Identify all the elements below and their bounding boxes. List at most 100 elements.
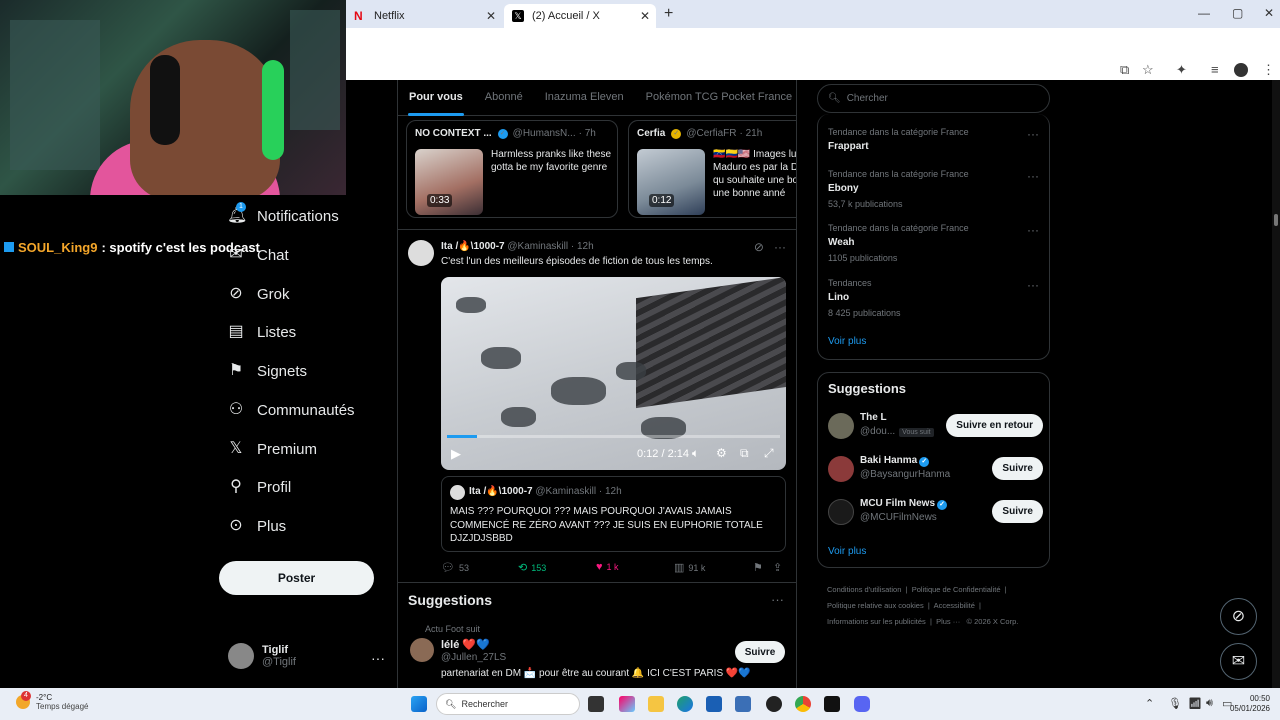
more-dots-icon[interactable]: ··· xyxy=(1027,223,1039,237)
restore-icon[interactable]: ▢ xyxy=(1232,6,1243,20)
bookmark-icon[interactable]: ⚑ xyxy=(753,561,767,574)
messages-fab[interactable]: ✉ xyxy=(1220,643,1257,680)
follow-button[interactable]: Suivre xyxy=(735,641,785,663)
avatar[interactable] xyxy=(828,499,854,525)
video-progress-bar[interactable] xyxy=(447,435,780,438)
trends-see-more-link[interactable]: Voir plus xyxy=(828,336,866,347)
new-tab-icon[interactable]: + xyxy=(664,5,673,23)
footer-link[interactable]: Politique relative aux cookies xyxy=(827,601,924,610)
trend-item[interactable]: Tendance dans la catégorie France Weah 1… xyxy=(828,223,1043,263)
follow-back-button[interactable]: Suivre en retour xyxy=(946,414,1043,437)
tab-x-home[interactable]: 𝕏 (2) Accueil / X ✕ xyxy=(504,4,656,28)
tab-for-you[interactable]: Pour vous xyxy=(398,80,474,116)
footer-link[interactable]: Accessibilité xyxy=(934,601,975,610)
scrollbar-thumb[interactable] xyxy=(1274,214,1278,226)
nav-notifications[interactable]: 🔔︎ 1 Notifications xyxy=(227,202,339,225)
play-icon[interactable]: ▶ xyxy=(451,446,461,462)
window-close-icon[interactable]: ✕ xyxy=(1264,6,1274,20)
avatar[interactable] xyxy=(828,456,854,482)
footer-link[interactable]: Politique de Confidentialité xyxy=(912,585,1001,594)
nav-grok[interactable]: ⊘ Grok xyxy=(227,285,289,303)
user-name-row[interactable]: Baki Hanma ✓ xyxy=(860,455,931,467)
cast-icon[interactable]: ⧉ xyxy=(1120,62,1129,78)
file-explorer-icon[interactable] xyxy=(648,696,664,712)
more-dots-icon[interactable]: ··· xyxy=(1027,127,1039,141)
user-name-row[interactable]: MCU Film News ✓ xyxy=(860,498,949,510)
avatar[interactable] xyxy=(828,413,854,439)
video-player[interactable]: ▶ 0:12 / 2:14 🔈︎ ⚙ ⧉ ⤢ xyxy=(441,277,786,470)
extensions-icon[interactable]: ✦ xyxy=(1176,62,1187,78)
post-button[interactable]: Poster xyxy=(219,561,374,595)
more-dots-icon[interactable]: ··· xyxy=(771,592,784,607)
app-icon[interactable] xyxy=(735,696,751,712)
avatar[interactable] xyxy=(408,240,434,266)
avatar[interactable] xyxy=(410,638,434,662)
like-button[interactable]: ♥ 1 k xyxy=(596,561,619,573)
minimize-icon[interactable]: — xyxy=(1198,6,1210,20)
copilot-icon[interactable] xyxy=(619,696,635,712)
grok-fab[interactable]: ⊘ xyxy=(1220,598,1257,635)
store-icon[interactable] xyxy=(706,696,722,712)
nav-lists[interactable]: ▤ Listes xyxy=(227,323,296,341)
follow-suggestion[interactable]: Baki Hanma ✓ @BaysangurHanma Suivre xyxy=(828,454,1043,484)
taskbar-search[interactable]: 🔍︎ Rechercher xyxy=(436,693,580,715)
repost-button[interactable]: ⟲ 153 xyxy=(518,561,546,574)
trend-item[interactable]: Tendance dans la catégorie France Ebony … xyxy=(828,169,1043,209)
nav-communities[interactable]: ⚇ Communautés xyxy=(227,401,355,419)
follow-suggestion[interactable]: MCU Film News ✓ @MCUFilmNews Suivre xyxy=(828,497,1043,527)
nav-profile[interactable]: ⚲ Profil xyxy=(227,478,291,496)
share-icon[interactable]: ⇪ xyxy=(773,561,786,574)
nav-premium[interactable]: 𝕏 Premium xyxy=(227,440,317,458)
nav-chat[interactable]: ✉ Chat xyxy=(227,246,288,264)
reading-list-icon[interactable]: ≡ xyxy=(1211,62,1219,77)
follow-button[interactable]: Suivre xyxy=(992,500,1043,523)
video-card[interactable]: Cerfia ✓ @CerfiaFR · 21h 0:12 🇻🇪🇨🇴🇺🇸 Ima… xyxy=(628,120,796,218)
obs-icon[interactable] xyxy=(766,696,782,712)
windows-start-icon[interactable] xyxy=(411,696,427,712)
weather-widget[interactable]: 4 -2°C Temps dégagé xyxy=(16,691,88,711)
volume-icon[interactable]: 🔈︎ xyxy=(692,446,699,461)
follow-button[interactable]: Suivre xyxy=(992,457,1043,480)
follow-suggestion[interactable]: The L @dou... Vous suit Suivre en retour xyxy=(828,411,1043,441)
clock[interactable]: 00:50 05/01/2026 xyxy=(1230,694,1270,714)
who-to-follow-see-more-link[interactable]: Voir plus xyxy=(828,546,866,557)
trend-item[interactable]: Tendance dans la catégorie France Frappa… xyxy=(828,127,1043,152)
quoted-tweet[interactable]: Ita /🔥\1000-7 @Kaminaskill · 12h MAIS ??… xyxy=(441,476,786,552)
close-icon[interactable]: ✕ xyxy=(640,9,650,23)
pip-icon[interactable]: ⧉ xyxy=(740,446,749,461)
tiktok-icon[interactable] xyxy=(824,696,840,712)
tweet-time[interactable]: · 12h xyxy=(571,241,594,252)
suggested-user-name[interactable]: lélé ❤️💙 xyxy=(441,638,490,651)
microphone-icon[interactable]: 🎙︎ xyxy=(1168,697,1182,710)
tweet[interactable]: Ita /🔥\1000-7 @Kaminaskill · 12h ⊘ ··· C… xyxy=(398,229,796,583)
user-name[interactable]: The L xyxy=(860,412,887,423)
chrome-icon[interactable] xyxy=(795,696,811,712)
tweet-author-handle[interactable]: @Kaminaskill xyxy=(507,241,568,252)
tweet-author-name[interactable]: Ita /🔥\1000-7 xyxy=(441,241,505,252)
star-icon[interactable]: ☆ xyxy=(1142,62,1154,78)
grok-icon[interactable]: ⊘ xyxy=(754,240,764,254)
footer-link[interactable]: Plus ··· xyxy=(936,617,960,626)
more-dots-icon[interactable]: ··· xyxy=(1027,278,1039,292)
scrollbar[interactable] xyxy=(1272,80,1280,688)
trend-item[interactable]: Tendances Lino 8 425 publications ··· xyxy=(828,278,1043,318)
menu-icon[interactable]: ⋮ xyxy=(1262,62,1275,78)
views-button[interactable]: ▥ 91 k xyxy=(674,561,705,574)
more-dots-icon[interactable]: ··· xyxy=(1027,169,1039,183)
tab-inazuma-eleven[interactable]: Inazuma Eleven xyxy=(534,80,635,115)
footer-link[interactable]: Conditions d'utilisation xyxy=(827,585,901,594)
search-input[interactable]: 🔍︎ Chercher xyxy=(817,84,1050,113)
fullscreen-icon[interactable]: ⤢ xyxy=(764,446,774,461)
profile-avatar[interactable] xyxy=(1234,63,1248,77)
discord-icon[interactable] xyxy=(854,696,870,712)
tab-following[interactable]: Abonné xyxy=(474,80,534,115)
more-dots-icon[interactable]: ··· xyxy=(371,650,385,666)
reply-button[interactable]: 💬︎ 53 xyxy=(441,561,469,574)
tab-netflix[interactable]: N Netflix ✕ xyxy=(346,4,502,28)
wifi-icon[interactable]: 📶︎ xyxy=(1188,697,1202,710)
nav-more[interactable]: ⊙ Plus xyxy=(227,517,286,535)
more-dots-icon[interactable]: ··· xyxy=(774,240,786,254)
task-view-icon[interactable] xyxy=(588,696,604,712)
footer-link[interactable]: Informations sur les publicités xyxy=(827,617,926,626)
close-icon[interactable]: ✕ xyxy=(486,9,496,23)
